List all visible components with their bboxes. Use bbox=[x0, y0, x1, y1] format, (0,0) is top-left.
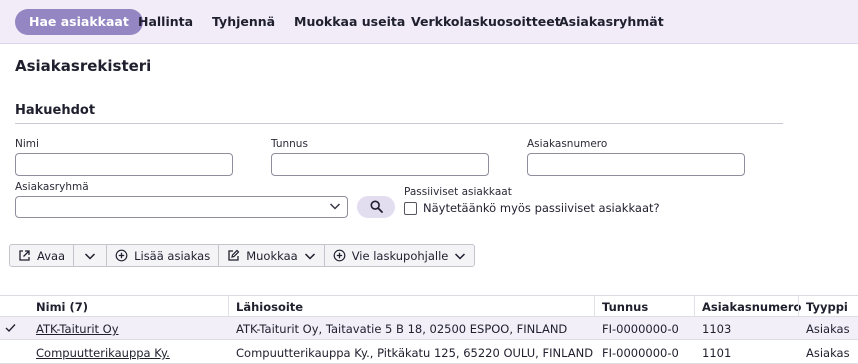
customer-address: ATK-Taiturit Oy, Taitavatie 5 B 18, 0250… bbox=[236, 322, 568, 336]
customer-number: 1103 bbox=[702, 322, 732, 336]
edit-icon bbox=[228, 249, 240, 261]
id-input[interactable] bbox=[272, 154, 488, 175]
id-field-box bbox=[271, 153, 489, 176]
chevron-down-icon bbox=[455, 252, 466, 260]
customer-id: FI-0000000-0 bbox=[602, 346, 679, 360]
column-divider[interactable] bbox=[594, 296, 595, 317]
column-header-customer-number[interactable]: Asiakasnumero bbox=[702, 300, 801, 314]
group-label: Asiakasryhmä bbox=[15, 181, 89, 193]
plus-circle-icon bbox=[115, 249, 128, 262]
customer-number-field-box bbox=[527, 153, 745, 176]
search-button[interactable] bbox=[357, 196, 395, 218]
table-header: Nimi (7) Lähiosoite Tunnus Asiakasnumero… bbox=[0, 295, 858, 317]
search-section-title: Hakuehdot bbox=[15, 103, 96, 118]
page-title: Asiakasrekisteri bbox=[15, 57, 152, 75]
open-external-icon bbox=[19, 250, 30, 261]
customer-name-link[interactable]: ATK-Taiturit Oy bbox=[36, 322, 119, 336]
search-icon bbox=[370, 200, 383, 213]
export-to-invoice-label: Vie laskupohjalle bbox=[351, 248, 449, 263]
inactive-checkbox[interactable] bbox=[404, 202, 417, 215]
export-to-invoice-button[interactable]: Vie laskupohjalle bbox=[325, 245, 475, 266]
open-dropdown-button[interactable] bbox=[74, 245, 108, 266]
chevron-down-icon bbox=[304, 252, 315, 260]
customer-number: 1101 bbox=[702, 346, 732, 360]
open-button[interactable]: Avaa bbox=[10, 245, 75, 266]
column-header-name[interactable]: Nimi (7) bbox=[36, 300, 88, 314]
name-field-box bbox=[15, 153, 233, 176]
open-button-label: Avaa bbox=[37, 248, 66, 263]
name-input[interactable] bbox=[16, 154, 232, 175]
table-row[interactable]: ATK-Taiturit Oy ATK-Taiturit Oy, Taitava… bbox=[0, 317, 858, 340]
inactive-label: Passiiviset asiakkaat bbox=[404, 186, 512, 198]
top-nav: Hae asiakkaat Hallinta Tyhjennä Muokkaa … bbox=[0, 0, 858, 44]
inactive-checkbox-label[interactable]: Näytetäänkö myös passiiviset asiakkaat? bbox=[423, 201, 660, 215]
column-header-id[interactable]: Tunnus bbox=[602, 300, 648, 314]
group-select[interactable] bbox=[15, 196, 348, 218]
column-divider[interactable] bbox=[228, 296, 229, 317]
add-customer-label: Lisää asiakas bbox=[134, 248, 211, 263]
tab-asiakasryhmat[interactable]: Asiakasryhmät bbox=[545, 9, 678, 35]
id-label: Tunnus bbox=[271, 138, 308, 150]
table-row[interactable]: Compuutterikauppa Ky. Compuutterikauppa … bbox=[0, 341, 858, 364]
customer-number-input[interactable] bbox=[528, 154, 744, 175]
tab-tyhjenna[interactable]: Tyhjennä bbox=[198, 9, 289, 35]
edit-button[interactable]: Muokkaa bbox=[219, 245, 325, 266]
chevron-down-icon bbox=[85, 252, 96, 260]
edit-button-label: Muokkaa bbox=[246, 248, 298, 263]
chevron-down-icon bbox=[329, 203, 341, 210]
customer-number-label: Asiakasnumero bbox=[527, 138, 608, 150]
column-divider[interactable] bbox=[694, 296, 695, 317]
column-header-address[interactable]: Lähiosoite bbox=[236, 300, 303, 314]
name-label: Nimi bbox=[15, 138, 39, 150]
customer-name-link[interactable]: Compuutterikauppa Ky. bbox=[36, 346, 170, 360]
customer-id: FI-0000000-0 bbox=[602, 322, 679, 336]
customer-type: Asiakas bbox=[806, 346, 850, 360]
tab-hallinta[interactable]: Hallinta bbox=[124, 9, 207, 35]
column-divider[interactable] bbox=[798, 296, 799, 317]
plus-circle-icon bbox=[333, 249, 346, 262]
checkmark-icon bbox=[5, 324, 16, 332]
customer-address: Compuutterikauppa Ky., Pitkäkatu 125, 65… bbox=[236, 346, 594, 360]
customer-type: Asiakas bbox=[806, 322, 850, 336]
actions-toolbar: Avaa Lisää asiakas Muokkaa Vie laskupohj… bbox=[9, 244, 476, 267]
column-header-type[interactable]: Tyyppi bbox=[806, 300, 848, 314]
section-divider bbox=[15, 123, 783, 124]
add-customer-button[interactable]: Lisää asiakas bbox=[107, 245, 220, 266]
